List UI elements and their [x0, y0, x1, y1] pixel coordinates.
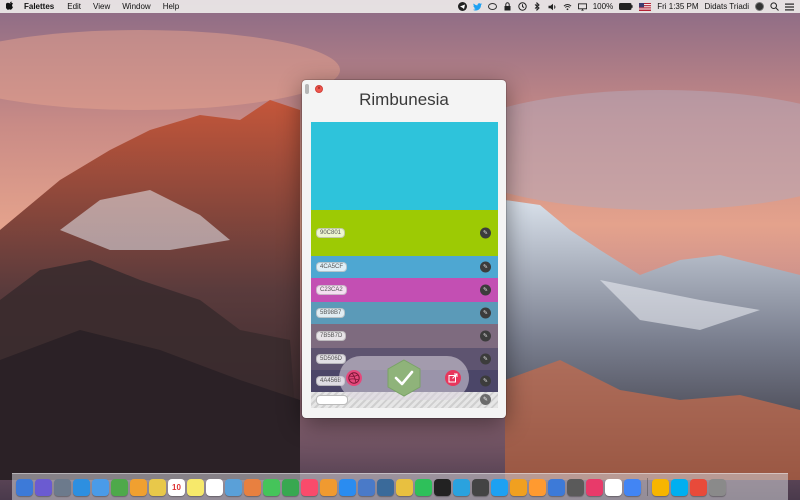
- dock-siri-icon[interactable]: [35, 478, 52, 496]
- color-swatch[interactable]: 7B5B7D ✎: [311, 324, 498, 348]
- apple-menu-icon[interactable]: [5, 1, 16, 12]
- dock-reminders-icon[interactable]: [206, 478, 223, 496]
- clock[interactable]: Fri 1:35 PM: [657, 2, 698, 11]
- dock-photos-icon[interactable]: [130, 478, 147, 496]
- swatch-hex-label[interactable]: 90C801: [316, 228, 346, 238]
- dock-facetime-icon[interactable]: [282, 478, 299, 496]
- share-icon: [448, 373, 458, 383]
- action-bar: [339, 356, 469, 400]
- menu-view[interactable]: View: [93, 2, 110, 11]
- hexagon-check-icon: [387, 359, 421, 397]
- menu-help[interactable]: Help: [163, 2, 179, 11]
- dock-twitter-icon[interactable]: [491, 478, 508, 496]
- airplay-icon[interactable]: [577, 2, 587, 11]
- dock: 10: [12, 473, 788, 500]
- dock-sublime-icon[interactable]: [529, 478, 546, 496]
- dock-books-icon[interactable]: [320, 478, 337, 496]
- telegram-icon[interactable]: [457, 2, 467, 11]
- user-name[interactable]: Didats Triadi: [705, 2, 749, 11]
- new-color-hex-field[interactable]: [316, 395, 348, 405]
- edit-icon[interactable]: ✎: [480, 375, 491, 387]
- dock-calendar-icon[interactable]: 10: [168, 478, 185, 496]
- time-machine-icon[interactable]: [518, 2, 527, 11]
- edit-icon[interactable]: ✎: [480, 284, 491, 296]
- cloud-icon[interactable]: [487, 2, 497, 11]
- dock-evernote-icon[interactable]: [111, 478, 128, 496]
- dock-pixelmator-icon[interactable]: [567, 478, 584, 496]
- scrollbar-handle[interactable]: [305, 84, 309, 94]
- palette-title: Rimbunesia: [359, 90, 449, 109]
- dock-notes-icon[interactable]: [187, 478, 204, 496]
- dock-sqlite-icon[interactable]: [377, 478, 394, 496]
- dock-separator: [647, 478, 648, 496]
- edit-icon[interactable]: ✎: [480, 307, 491, 319]
- edit-icon[interactable]: ✎: [480, 330, 491, 342]
- dock-google-icon[interactable]: [605, 478, 622, 496]
- dock-sketch2-icon[interactable]: [652, 478, 669, 496]
- spotlight-search-icon[interactable]: [770, 2, 779, 11]
- color-swatch[interactable]: 4CA5CF ✎: [311, 256, 498, 278]
- edit-icon[interactable]: ✎: [480, 353, 491, 365]
- dock-appstore-icon[interactable]: [339, 478, 356, 496]
- swatch-hex-label[interactable]: 5D506D: [316, 354, 347, 364]
- dock-git-icon[interactable]: [690, 478, 707, 496]
- dock-chrome-icon[interactable]: [396, 478, 413, 496]
- dock-finder-icon[interactable]: [16, 478, 33, 496]
- wifi-icon[interactable]: [563, 2, 572, 11]
- volume-icon[interactable]: [548, 2, 557, 11]
- dock-telegram-icon[interactable]: [453, 478, 470, 496]
- bluetooth-icon[interactable]: [533, 2, 542, 11]
- dock-messages-icon[interactable]: [263, 478, 280, 496]
- dock-music-icon[interactable]: [301, 478, 318, 496]
- edit-icon[interactable]: ✎: [480, 227, 491, 239]
- dock-stickies-icon[interactable]: [149, 478, 166, 496]
- confirm-palette-button[interactable]: [386, 359, 422, 397]
- lock-icon[interactable]: [503, 2, 512, 11]
- dock-mail-icon[interactable]: [92, 478, 109, 496]
- dribbble-icon: [348, 372, 360, 384]
- dock-xcode-icon[interactable]: [358, 478, 375, 496]
- swatch-hex-label[interactable]: 4CA5CF: [316, 262, 348, 272]
- dock-terminal-icon[interactable]: [434, 478, 451, 496]
- share-button[interactable]: [445, 370, 461, 386]
- dock-chrome2-icon[interactable]: [624, 478, 641, 496]
- battery-percentage[interactable]: 100%: [593, 2, 613, 11]
- dock-skype-icon[interactable]: [671, 478, 688, 496]
- dock-preview-icon[interactable]: [225, 478, 242, 496]
- color-swatch[interactable]: [311, 122, 498, 210]
- swatch-hex-label[interactable]: 7B5B7D: [316, 331, 347, 341]
- dock-launchpad-icon[interactable]: [54, 478, 71, 496]
- color-swatch[interactable]: 5B98B7 ✎: [311, 302, 498, 324]
- swatch-hex-label[interactable]: 5B98B7: [316, 308, 346, 318]
- status-tray: 100% Fri 1:35 PM Didats Triadi: [452, 2, 794, 11]
- edit-icon[interactable]: ✎: [480, 261, 491, 273]
- dock-hype-icon[interactable]: [586, 478, 603, 496]
- user-avatar[interactable]: [755, 2, 764, 11]
- app-menu-falettes[interactable]: Falettes: [24, 2, 54, 11]
- dock-sketch-icon[interactable]: [510, 478, 527, 496]
- input-source-flag-icon[interactable]: [639, 2, 652, 11]
- twitter-icon[interactable]: [472, 2, 482, 11]
- menu-bar: Falettes Edit View Window Help 100% Fri …: [0, 0, 800, 13]
- menu-edit[interactable]: Edit: [67, 2, 81, 11]
- menu-window[interactable]: Window: [122, 2, 150, 11]
- swatch-hex-label[interactable]: C23CA2: [316, 285, 347, 295]
- color-swatch[interactable]: 90C801 ✎: [311, 210, 498, 256]
- dribbble-button[interactable]: [346, 370, 362, 386]
- dock-finder2-icon[interactable]: [548, 478, 565, 496]
- dock-whatsapp-icon[interactable]: [415, 478, 432, 496]
- dock-screen-icon[interactable]: [472, 478, 489, 496]
- dock-photos-app-icon[interactable]: [244, 478, 261, 496]
- dock-safari-icon[interactable]: [73, 478, 90, 496]
- notification-center-icon[interactable]: [785, 2, 794, 11]
- battery-icon[interactable]: [619, 2, 633, 11]
- dock-trash-icon[interactable]: [709, 478, 726, 496]
- color-swatch[interactable]: C23CA2 ✎: [311, 278, 498, 302]
- edit-icon[interactable]: ✎: [480, 394, 491, 405]
